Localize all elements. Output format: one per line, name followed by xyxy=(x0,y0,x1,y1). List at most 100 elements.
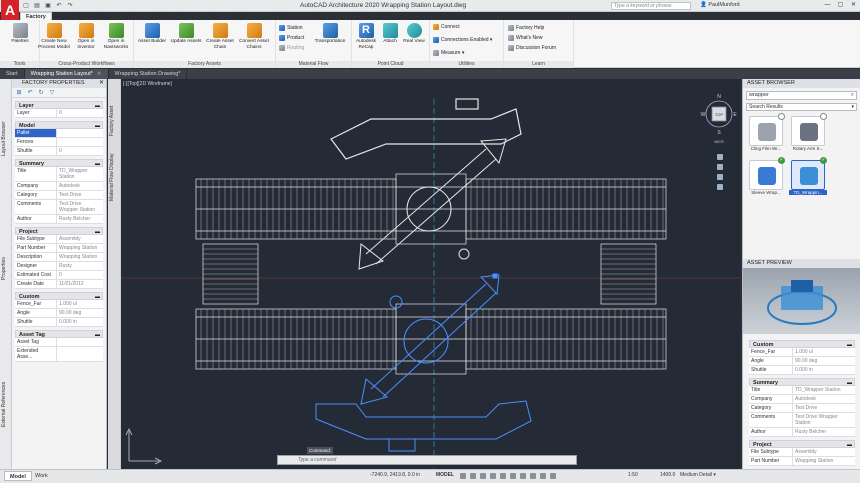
property-row[interactable]: File Subtype Assembly xyxy=(749,448,855,457)
viewport-controls-label[interactable]: [-][Top][2D Wireframe] xyxy=(123,81,172,87)
tab-properties[interactable]: Properties xyxy=(1,239,11,299)
undo-icon[interactable]: ↶ xyxy=(26,89,34,97)
wcs-label[interactable]: WCS xyxy=(714,139,724,144)
section-header[interactable]: Layer ▬ xyxy=(15,101,103,109)
doc-tab-wrapping-station-drawing[interactable]: Wrapping Station Drawing* xyxy=(109,69,188,79)
property-value[interactable]: 1.000 ul xyxy=(57,300,103,308)
ribbon-tab-render[interactable]: Render xyxy=(132,12,160,20)
compass-e[interactable]: E xyxy=(733,112,737,118)
property-row[interactable]: Shuttle 0.000 in xyxy=(15,318,103,327)
open-inventor-button[interactable]: Open in Inventor xyxy=(70,23,102,50)
section-header[interactable]: Project ▬ xyxy=(749,440,855,448)
section-header[interactable]: Custom ▬ xyxy=(749,340,855,348)
palettes-button[interactable]: Palettes xyxy=(4,23,36,45)
search-icon[interactable]: ⌕ xyxy=(851,92,854,99)
collapse-icon[interactable]: ▬ xyxy=(847,379,852,387)
property-value[interactable]: Autodesk xyxy=(57,182,103,190)
create-asset-chain-button[interactable]: Create Asset Chain xyxy=(204,23,236,50)
model-space-toggle[interactable]: MODEL xyxy=(436,472,454,478)
close-icon[interactable]: ✕ xyxy=(849,1,858,10)
transparency-icon[interactable] xyxy=(530,473,536,479)
tab-layout-browser[interactable]: Layout Browser xyxy=(1,99,11,179)
connections-enabled-toggle[interactable]: Connections Enabled ▾ xyxy=(433,36,492,44)
property-row[interactable]: Shuttle 0 xyxy=(15,147,103,156)
annotation-scale[interactable]: 1:50 xyxy=(628,472,638,478)
property-value[interactable]: Test Drive xyxy=(57,191,103,199)
property-value[interactable]: 11/01/2012 xyxy=(57,280,103,288)
property-row[interactable]: Title TD_Wrapper Station xyxy=(749,386,855,395)
whats-new-button[interactable]: What's New xyxy=(508,34,543,42)
otrack-icon[interactable] xyxy=(510,473,516,479)
new-icon[interactable]: ▢ xyxy=(22,2,30,10)
property-value[interactable]: 0 xyxy=(57,271,103,279)
asset-tile[interactable]: Cling Film Wr... xyxy=(747,113,785,156)
ribbon-tab-home[interactable]: Home xyxy=(52,12,77,20)
section-header[interactable]: Asset Tag ▬ xyxy=(15,330,103,338)
save-icon[interactable]: ▣ xyxy=(44,2,52,10)
viewcube-top-label[interactable]: TOP xyxy=(715,112,723,117)
property-row[interactable]: Fences xyxy=(15,138,103,147)
property-value[interactable]: 0.000 in xyxy=(793,366,855,374)
property-value[interactable]: TD_Wrapper Station xyxy=(57,167,103,181)
asset-tile[interactable]: ✓ TD_Wrappin... xyxy=(789,157,827,200)
redo-icon[interactable]: ↷ xyxy=(66,2,74,10)
property-value[interactable]: 0.000 in xyxy=(57,318,103,326)
real-view-button[interactable]: Real View xyxy=(400,23,428,45)
property-row[interactable]: Extended Asse... xyxy=(15,347,103,362)
property-row[interactable]: File Subtype Assembly xyxy=(15,235,103,244)
collapse-icon[interactable]: ▬ xyxy=(95,122,100,130)
property-value[interactable]: Wrapping Station xyxy=(57,253,103,261)
property-row[interactable]: Author Rusty Belcher xyxy=(749,428,855,437)
ribbon-tab-vault[interactable]: Vault xyxy=(364,12,386,20)
collapse-icon[interactable]: ▬ xyxy=(95,102,100,110)
property-value[interactable]: Wrapping Station xyxy=(57,244,103,252)
lineweight-icon[interactable] xyxy=(520,473,526,479)
property-row[interactable]: Pallet xyxy=(15,129,103,138)
drawing-viewport[interactable]: [-][Top][2D Wireframe] N S E W TOP WCS C… xyxy=(121,79,740,469)
connect-button[interactable]: Connect xyxy=(433,23,460,31)
property-value[interactable]: Autodesk xyxy=(793,395,855,403)
create-process-model-button[interactable]: Create New Process Model xyxy=(38,23,70,50)
property-row[interactable]: Title TD_Wrapper Station xyxy=(15,167,103,182)
update-assets-button[interactable]: Update Assets xyxy=(170,23,202,45)
filter-icon[interactable]: ▽ xyxy=(48,89,56,97)
collapse-icon[interactable]: ▬ xyxy=(847,341,852,349)
ribbon-tab-collaborate[interactable]: Collaborate xyxy=(241,12,279,20)
ribbon-tab-raster-tools[interactable]: Raster Tools xyxy=(386,12,426,20)
grid-icon[interactable] xyxy=(460,473,466,479)
minimize-icon[interactable]: — xyxy=(823,1,832,10)
tab-work[interactable]: Work xyxy=(30,471,53,481)
station-button[interactable]: Station xyxy=(279,24,303,32)
property-row[interactable]: Asset Tag xyxy=(15,338,103,347)
ribbon-tab-featured-apps[interactable]: Featured Apps xyxy=(318,12,364,20)
routing-button[interactable]: Routing xyxy=(279,44,304,52)
compass-w[interactable]: W xyxy=(701,112,706,118)
product-button[interactable]: Product xyxy=(279,34,304,42)
collapse-icon[interactable]: ▬ xyxy=(95,293,100,301)
property-value[interactable]: 0 xyxy=(57,147,103,155)
convert-asset-chains-button[interactable]: Convert Asset Chains xyxy=(238,23,270,50)
doc-tab-start[interactable]: Start xyxy=(0,69,25,79)
property-value[interactable]: Test Drive xyxy=(793,404,855,412)
property-row[interactable]: Angle 90.00 deg xyxy=(749,357,855,366)
property-row[interactable]: Description Wrapping Station xyxy=(15,253,103,262)
ribbon-tab-add-ins[interactable]: Add-ins xyxy=(212,12,241,20)
doc-tab-wrapping-station-layout[interactable]: Wrapping Station Layout* ✕ xyxy=(24,69,109,79)
user-account[interactable]: 👤 PaulMunford xyxy=(700,2,740,8)
collapse-icon[interactable]: ▬ xyxy=(847,441,852,449)
section-header[interactable]: Project ▬ xyxy=(15,227,103,235)
property-row[interactable]: Estimated Cost 0 xyxy=(15,271,103,280)
asset-filter-select[interactable]: Search Results ▾ xyxy=(746,103,857,111)
property-row[interactable]: Create Date 11/01/2012 xyxy=(15,280,103,289)
display-detail-select[interactable]: Medium Detail ▾ xyxy=(680,472,716,478)
property-row[interactable]: Layer 0 xyxy=(15,109,103,118)
collapse-icon[interactable]: ▬ xyxy=(95,331,100,339)
section-header[interactable]: Summary ▬ xyxy=(15,159,103,167)
property-row[interactable]: Part Number Wrapping Station xyxy=(749,457,855,466)
property-row[interactable]: Comments Test Drive Wrapper Station xyxy=(15,200,103,215)
command-line-input[interactable]: Type a command xyxy=(277,455,577,465)
property-value[interactable]: 1.000 ul xyxy=(793,348,855,356)
asset-tile[interactable]: ✓ Sleeve Wrap... xyxy=(747,157,785,200)
property-value[interactable] xyxy=(57,129,103,137)
compass-s[interactable]: S xyxy=(717,130,721,136)
